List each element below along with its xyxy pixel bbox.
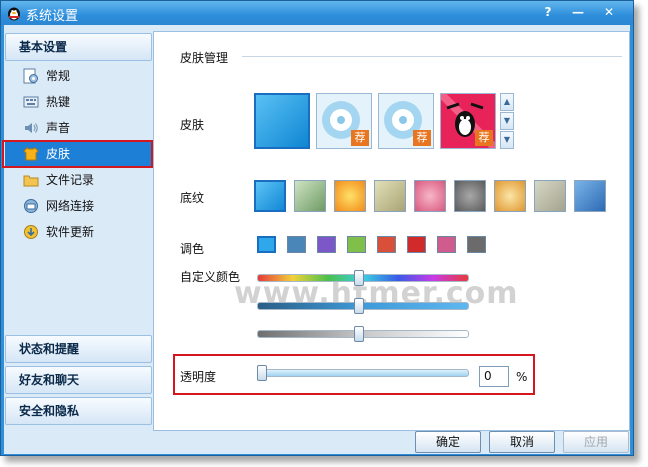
skin-manage-title: 皮肤管理 (180, 51, 229, 65)
saturation-slider-thumb[interactable] (353, 298, 364, 314)
section-friends-chat[interactable]: 好友和聊天 (5, 366, 152, 394)
sidebar-item-label: 软件更新 (46, 225, 95, 239)
general-settings-icon (23, 68, 38, 84)
skin-preview-blue-image (256, 95, 308, 147)
sidebar-item-label: 常规 (46, 69, 71, 83)
section-security-privacy[interactable]: 安全和隐私 (5, 397, 152, 425)
skin-label: 皮肤 (180, 118, 205, 132)
skin-thumb-disc-1[interactable]: 荐 (316, 93, 372, 149)
divider (242, 56, 622, 57)
tone-label: 调色 (180, 242, 205, 256)
recommend-badge: 荐 (351, 130, 369, 146)
tone-swatch[interactable] (467, 236, 486, 253)
texture-swatch-starry[interactable] (574, 180, 606, 212)
tone-swatch[interactable] (407, 236, 426, 253)
tone-swatch[interactable] (257, 236, 276, 253)
tone-swatch[interactable] (317, 236, 336, 253)
skin-thumb-disc-2[interactable]: 荐 (378, 93, 434, 149)
close-button[interactable]: ✕ (599, 3, 619, 21)
sidebar-item-update[interactable]: 软件更新 (5, 220, 152, 244)
help-button[interactable]: ? (538, 3, 558, 21)
cancel-button[interactable]: 取消 (489, 431, 555, 453)
transparency-slider-thumb[interactable] (257, 365, 267, 381)
tone-swatch[interactable] (377, 236, 396, 253)
highlight-box (2, 140, 153, 168)
texture-swatch-pink-flower[interactable] (414, 180, 446, 212)
sidebar-item-label: 文件记录 (46, 173, 95, 187)
hue-slider-thumb[interactable] (353, 270, 364, 286)
sidebar-item-sound[interactable]: 声音 (5, 116, 152, 140)
sidebar-item-label: 网络连接 (46, 199, 95, 213)
settings-panel: 皮肤管理 皮肤 荐 荐 荐 ▲ ▼ ▼ 底纹 调色 www.htmer.com … (153, 31, 630, 431)
ok-button[interactable]: 确定 (415, 431, 481, 453)
apply-button[interactable]: 应用 (563, 431, 629, 453)
texture-swatch-pebble[interactable] (534, 180, 566, 212)
sound-icon (25, 123, 38, 133)
recommend-badge: 荐 (475, 130, 493, 146)
skin-thumb-penguin[interactable]: 荐 (438, 91, 498, 151)
transparency-input[interactable]: 0 (479, 366, 509, 387)
sidebar-item-label: 声音 (46, 121, 71, 135)
section-status-alerts[interactable]: 状态和提醒 (5, 335, 152, 363)
texture-swatch-orange-flower[interactable] (494, 180, 526, 212)
transparency-label: 透明度 (180, 370, 217, 384)
minimize-button[interactable]: — (568, 3, 588, 21)
client-area: 基本设置 常规 热键 声音 皮肤 文件记录 网络连接 软件更新 状态和提醒 好友… (2, 25, 630, 454)
texture-swatch-sunflower[interactable] (334, 180, 366, 212)
tone-swatch[interactable] (347, 236, 366, 253)
sidebar: 基本设置 常规 热键 声音 皮肤 文件记录 网络连接 软件更新 状态和提醒 好友… (2, 31, 153, 451)
skin-scroll-up-button[interactable]: ▲ (500, 93, 514, 111)
percent-unit: % (516, 370, 528, 384)
title-bar: 系统设置 ? — ✕ (1, 1, 633, 25)
qq-penguin-icon (8, 7, 20, 21)
settings-window: 系统设置 ? — ✕ 基本设置 常规 热键 声音 皮肤 文件记录 网络连接 软件… (0, 0, 634, 456)
sidebar-item-label: 热键 (46, 95, 71, 109)
skin-scroll-more-button[interactable]: ▼ (500, 131, 514, 149)
skin-thumb-blue[interactable] (254, 93, 310, 149)
network-icon (24, 199, 38, 213)
sidebar-item-general[interactable]: 常规 (5, 64, 152, 88)
texture-swatch-khaki[interactable] (374, 180, 406, 212)
texture-swatch-blue[interactable] (254, 180, 286, 212)
window-title: 系统设置 (26, 9, 79, 24)
tone-swatch[interactable] (437, 236, 456, 253)
texture-swatch-gray-flower[interactable] (454, 180, 486, 212)
tone-swatch[interactable] (287, 236, 306, 253)
brightness-slider-thumb[interactable] (353, 326, 364, 342)
recommend-badge: 荐 (413, 130, 431, 146)
custom-color-label: 自定义颜色 (180, 270, 241, 284)
texture-swatch-bamboo[interactable] (294, 180, 326, 212)
section-basic-settings[interactable]: 基本设置 (5, 33, 152, 61)
transparency-slider-track[interactable] (257, 369, 469, 377)
sidebar-item-file-records[interactable]: 文件记录 (5, 168, 152, 192)
texture-label: 底纹 (180, 191, 205, 205)
update-icon (24, 225, 38, 239)
hotkey-icon (23, 96, 39, 108)
folder-icon (23, 175, 39, 187)
sidebar-item-hotkey[interactable]: 热键 (5, 90, 152, 114)
sidebar-item-network[interactable]: 网络连接 (5, 194, 152, 218)
skin-scroll-down-button[interactable]: ▼ (500, 112, 514, 130)
